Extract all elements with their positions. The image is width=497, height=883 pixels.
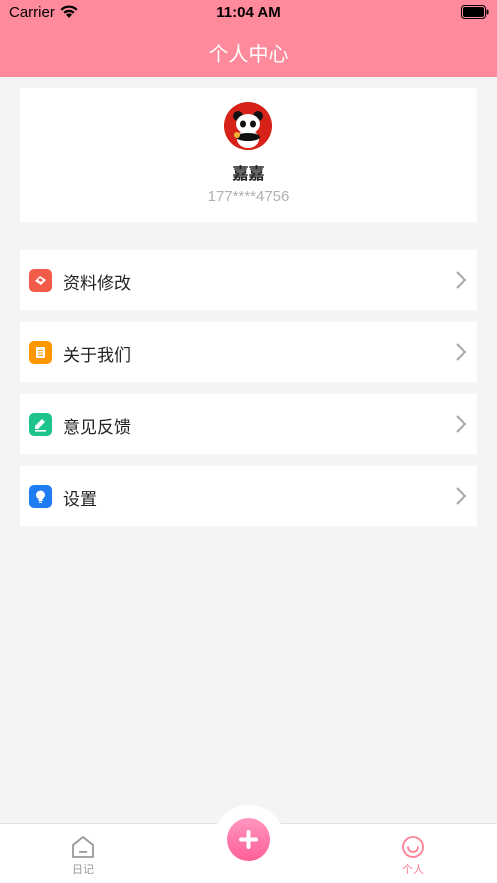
feedback-icon — [29, 413, 52, 436]
panda-avatar-icon — [224, 102, 272, 150]
profile-card[interactable]: 嘉嘉 177****4756 — [20, 88, 477, 222]
menu-item-profile-edit[interactable]: 资料修改 — [20, 250, 477, 310]
menu-label: 关于我们 — [63, 346, 131, 366]
tab-me-label: 个人 — [402, 863, 424, 876]
menu-item-settings[interactable]: 设置 — [20, 466, 477, 526]
settings-bulb-icon — [29, 485, 52, 508]
menu-label: 设置 — [63, 490, 97, 510]
chevron-right-icon — [456, 487, 467, 505]
smile-icon — [402, 836, 424, 858]
menu-item-feedback[interactable]: 意见反馈 — [20, 394, 477, 454]
profile-edit-icon — [29, 269, 52, 292]
status-time: 11:04 AM — [216, 4, 281, 21]
chevron-right-icon — [456, 343, 467, 361]
document-icon — [29, 341, 52, 364]
tab-diary[interactable]: 日记 — [53, 834, 113, 877]
page-title: 个人中心 — [208, 42, 289, 66]
home-icon — [72, 836, 94, 858]
add-entry-button[interactable] — [227, 818, 270, 861]
battery-icon — [461, 5, 489, 19]
menu-item-about-us[interactable]: 关于我们 — [20, 322, 477, 382]
menu-label: 资料修改 — [63, 274, 131, 294]
chevron-right-icon — [456, 271, 467, 289]
plus-icon — [239, 830, 258, 849]
menu-label: 意见反馈 — [63, 418, 131, 438]
status-bar: Carrier 11:04 AM — [0, 0, 497, 26]
avatar[interactable] — [224, 102, 272, 150]
header-bar: Carrier 11:04 AM 个人中心 — [0, 0, 497, 77]
chevron-right-icon — [456, 415, 467, 433]
profile-name: 嘉嘉 — [232, 164, 265, 183]
tab-me[interactable]: 个人 — [383, 834, 443, 877]
tab-diary-label: 日记 — [72, 863, 94, 876]
profile-phone: 177****4756 — [207, 188, 290, 205]
